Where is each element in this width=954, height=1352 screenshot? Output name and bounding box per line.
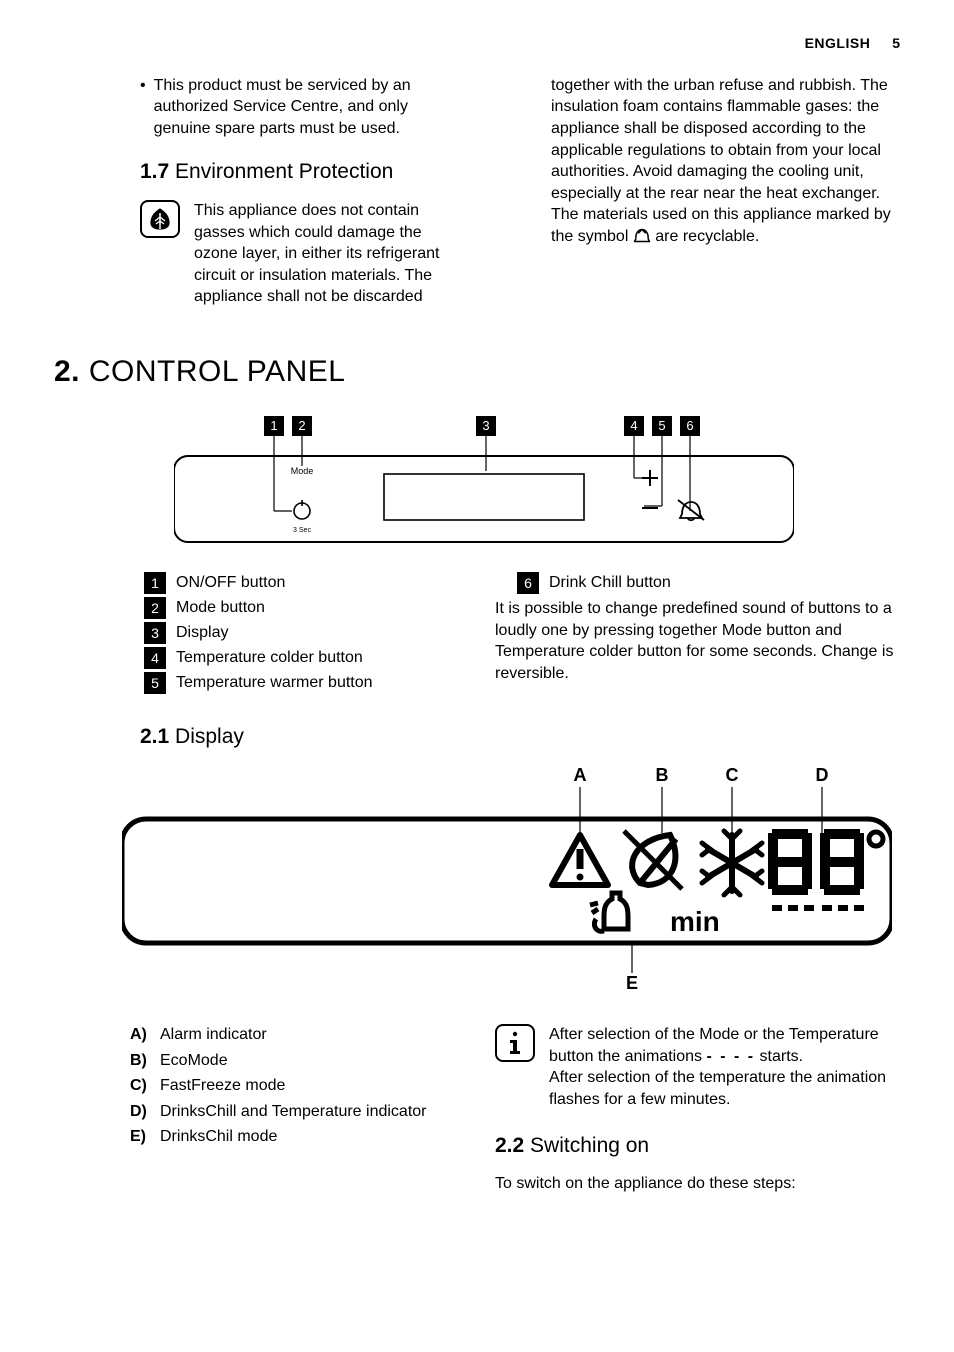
legend-left-column: 1ON/OFF button 2Mode button 3Display 4Te… <box>54 569 459 697</box>
leaf-icon <box>140 200 180 238</box>
legend-item-1: 1ON/OFF button <box>144 572 459 594</box>
def-a: A)Alarm indicator <box>130 1024 459 1046</box>
label-b: B <box>656 765 669 785</box>
switching-heading-title: Switching on <box>530 1134 649 1157</box>
callout-4: 4 <box>630 418 637 433</box>
env-paragraph: This appliance does not contain gasses w… <box>140 200 459 308</box>
language-label: ENGLISH <box>805 35 871 51</box>
info-note-text: After selection of the Mode or the Tempe… <box>549 1024 900 1110</box>
display-defs-columns: A)Alarm indicator B)EcoMode C)FastFreeze… <box>54 1020 900 1194</box>
section2-number: 2. <box>54 355 80 388</box>
min-label: min <box>670 906 720 937</box>
env-right-before: together with the urban refuse and rubbi… <box>551 77 891 245</box>
display-heading-title: Display <box>175 725 244 748</box>
env-continuation-text: together with the urban refuse and rubbi… <box>551 75 900 248</box>
label-e: E <box>626 973 638 993</box>
env-paragraph-text: This appliance does not contain gasses w… <box>194 200 459 308</box>
legend-columns: 1ON/OFF button 2Mode button 3Display 4Te… <box>54 569 900 697</box>
legend-item-4: 4Temperature colder button <box>144 647 459 669</box>
env-heading-number: 1.7 <box>140 160 169 183</box>
page-number: 5 <box>892 35 900 51</box>
callout-2: 2 <box>298 418 305 433</box>
callout-6: 6 <box>686 418 693 433</box>
service-bullet: • This product must be serviced by an au… <box>140 75 459 140</box>
top-section-columns: • This product must be serviced by an au… <box>54 75 900 308</box>
defs-right-column: After selection of the Mode or the Tempe… <box>495 1020 900 1194</box>
legend-item-2: 2Mode button <box>144 597 459 619</box>
defs-left-column: A)Alarm indicator B)EcoMode C)FastFreeze… <box>54 1020 459 1194</box>
control-panel-diagram: 1 2 3 4 5 6 Mode 3 Sec <box>174 416 794 553</box>
page-header: ENGLISH 5 <box>54 34 900 53</box>
env-heading-title: Environment Protection <box>175 160 393 183</box>
callout-5: 5 <box>658 418 665 433</box>
control-panel-heading: 2. CONTROL PANEL <box>54 352 900 393</box>
top-left-column: • This product must be serviced by an au… <box>54 75 459 308</box>
info-note-block: After selection of the Mode or the Tempe… <box>495 1024 900 1110</box>
animation-dashes: - - - - <box>706 1048 755 1065</box>
sound-change-note: It is possible to change predefined soun… <box>495 598 900 684</box>
top-right-column: together with the urban refuse and rubbi… <box>495 75 900 308</box>
legend-item-6: 6Drink Chill button <box>517 572 900 594</box>
mode-label: Mode <box>291 466 314 476</box>
label-a: A <box>574 765 587 785</box>
display-heading-number: 2.1 <box>140 725 169 748</box>
switching-heading-number: 2.2 <box>495 1134 524 1157</box>
label-c: C <box>726 765 739 785</box>
service-bullet-text: This product must be serviced by an auth… <box>154 75 459 140</box>
callout-1: 1 <box>270 418 277 433</box>
legend-item-3: 3Display <box>144 622 459 644</box>
env-protection-heading: 1.7 Environment Protection <box>140 158 459 186</box>
display-diagram: A B C D E <box>122 763 892 1000</box>
def-b: B)EcoMode <box>130 1050 459 1072</box>
switching-on-paragraph: To switch on the appliance do these step… <box>495 1173 900 1195</box>
legend-item-5: 5Temperature warmer button <box>144 672 459 694</box>
recycle-icon <box>633 228 651 246</box>
def-c: C)FastFreeze mode <box>130 1075 459 1097</box>
def-e: E)DrinksChil mode <box>130 1126 459 1148</box>
section2-title: CONTROL PANEL <box>89 355 346 388</box>
callout-3: 3 <box>482 418 489 433</box>
switching-on-heading: 2.2 Switching on <box>495 1132 900 1160</box>
env-right-after: are recyclable. <box>655 228 759 245</box>
info-icon <box>495 1024 535 1062</box>
three-sec-label: 3 Sec <box>293 527 311 534</box>
display-heading: 2.1 Display <box>140 723 900 751</box>
bullet-dot-icon: • <box>140 75 146 140</box>
label-d: D <box>816 765 829 785</box>
legend-right-column: 6Drink Chill button It is possible to ch… <box>495 569 900 697</box>
def-d: D)DrinksChill and Temperature indicator <box>130 1101 459 1123</box>
